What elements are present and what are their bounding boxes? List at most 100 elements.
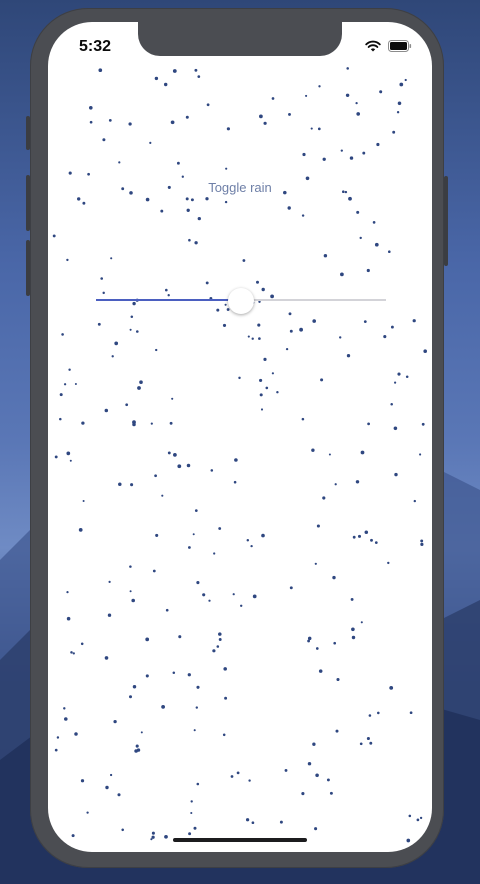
rain-drop: [366, 736, 370, 741]
rain-drop: [145, 674, 149, 678]
rain-drop: [187, 673, 191, 677]
rain-drop: [315, 647, 319, 650]
rain-drop: [405, 375, 409, 379]
rain-drop: [171, 397, 174, 400]
rain-drop: [225, 167, 228, 170]
rain-drop: [197, 75, 201, 78]
rain-drop: [213, 552, 216, 555]
rain-drop: [351, 627, 355, 632]
rain-drop: [416, 818, 420, 822]
rain-drop: [394, 381, 397, 384]
rain-drop: [350, 597, 354, 601]
rain-drop: [66, 258, 69, 262]
rain-drop: [82, 499, 85, 503]
side-button-volume-down: [26, 240, 30, 296]
rain-drop: [376, 142, 380, 147]
rain-drop: [130, 483, 134, 487]
rain-drop: [61, 333, 64, 336]
rain-drop: [340, 272, 344, 277]
rain-drop: [362, 151, 366, 155]
rain-drop: [359, 236, 362, 240]
rain-drop: [318, 85, 321, 88]
rain-drop: [135, 330, 139, 333]
rain-drop: [128, 122, 132, 126]
rain-drop: [54, 455, 58, 459]
rain-drop: [118, 161, 121, 164]
rain-drop: [66, 590, 69, 594]
rain-drop: [202, 593, 206, 597]
rain-drop: [110, 257, 113, 260]
rain-drop: [59, 393, 63, 397]
rain-drop: [222, 733, 226, 737]
rain-drop: [310, 127, 313, 130]
rain-drop: [263, 121, 267, 125]
rain-drop: [63, 707, 66, 710]
rain-drop: [359, 742, 363, 746]
rain-drop: [366, 268, 370, 273]
rain-drop: [345, 93, 350, 98]
rain-drop: [323, 253, 328, 258]
rain-drop: [86, 811, 89, 814]
rain-drop: [314, 827, 318, 831]
rain-drop: [111, 355, 114, 358]
rain-drop: [352, 535, 356, 539]
rain-drop: [68, 368, 71, 371]
rain-drop: [392, 130, 396, 134]
rain-drop: [132, 684, 137, 689]
rain-drop: [265, 386, 269, 390]
rain-drop: [420, 542, 424, 547]
rain-drop: [177, 464, 182, 469]
rain-drop: [194, 509, 198, 512]
rain-drop: [188, 238, 191, 242]
toggle-rain-button[interactable]: Toggle rain: [48, 180, 432, 195]
rain-drop: [185, 115, 189, 119]
rain-drop: [369, 741, 373, 745]
rain-drop: [176, 161, 180, 165]
rain-drop: [128, 695, 133, 699]
rain-drop: [78, 528, 83, 532]
rain-drop: [186, 463, 191, 468]
rain-drop: [234, 458, 238, 462]
rain-drop: [224, 696, 228, 700]
rain-drop: [289, 586, 293, 590]
rain-drop: [374, 242, 379, 247]
rain-drop: [238, 376, 241, 380]
home-indicator[interactable]: [173, 838, 307, 842]
rain-drop: [390, 403, 393, 406]
rain-drop: [71, 834, 75, 838]
rain-drop: [164, 834, 168, 839]
rain-drop: [121, 828, 124, 832]
rain-drop: [288, 112, 291, 116]
side-button-silent: [26, 116, 30, 150]
rain-drop: [246, 538, 250, 542]
status-time: 5:32: [79, 38, 112, 55]
rain-drop: [397, 372, 401, 376]
rain-drop: [163, 82, 168, 87]
rain-drop: [98, 68, 103, 73]
rain-drop: [81, 421, 85, 425]
rain-slider[interactable]: [96, 288, 386, 314]
rain-drop: [326, 778, 330, 782]
rain-drop: [104, 408, 109, 413]
rain-drop: [190, 800, 193, 803]
slider-thumb[interactable]: [228, 288, 254, 314]
rain-drop: [360, 450, 365, 455]
rain-drop: [74, 382, 77, 386]
rain-drop: [151, 831, 155, 835]
rain-drop: [216, 645, 220, 648]
rain-drop: [394, 472, 398, 477]
rain-drop: [54, 748, 58, 752]
status-icons: [365, 40, 412, 52]
rain-drop: [150, 422, 153, 425]
rain-drop: [193, 729, 196, 732]
rain-drop: [360, 621, 363, 624]
rain-drop: [404, 78, 407, 82]
rain-drop: [322, 157, 326, 161]
rain-drop: [108, 119, 112, 122]
rain-drop: [68, 171, 72, 175]
rain-drop: [413, 499, 416, 503]
rain-drop: [97, 322, 101, 326]
rain-drop: [155, 348, 158, 352]
rain-drop: [223, 667, 227, 671]
rain-drop: [192, 533, 195, 536]
